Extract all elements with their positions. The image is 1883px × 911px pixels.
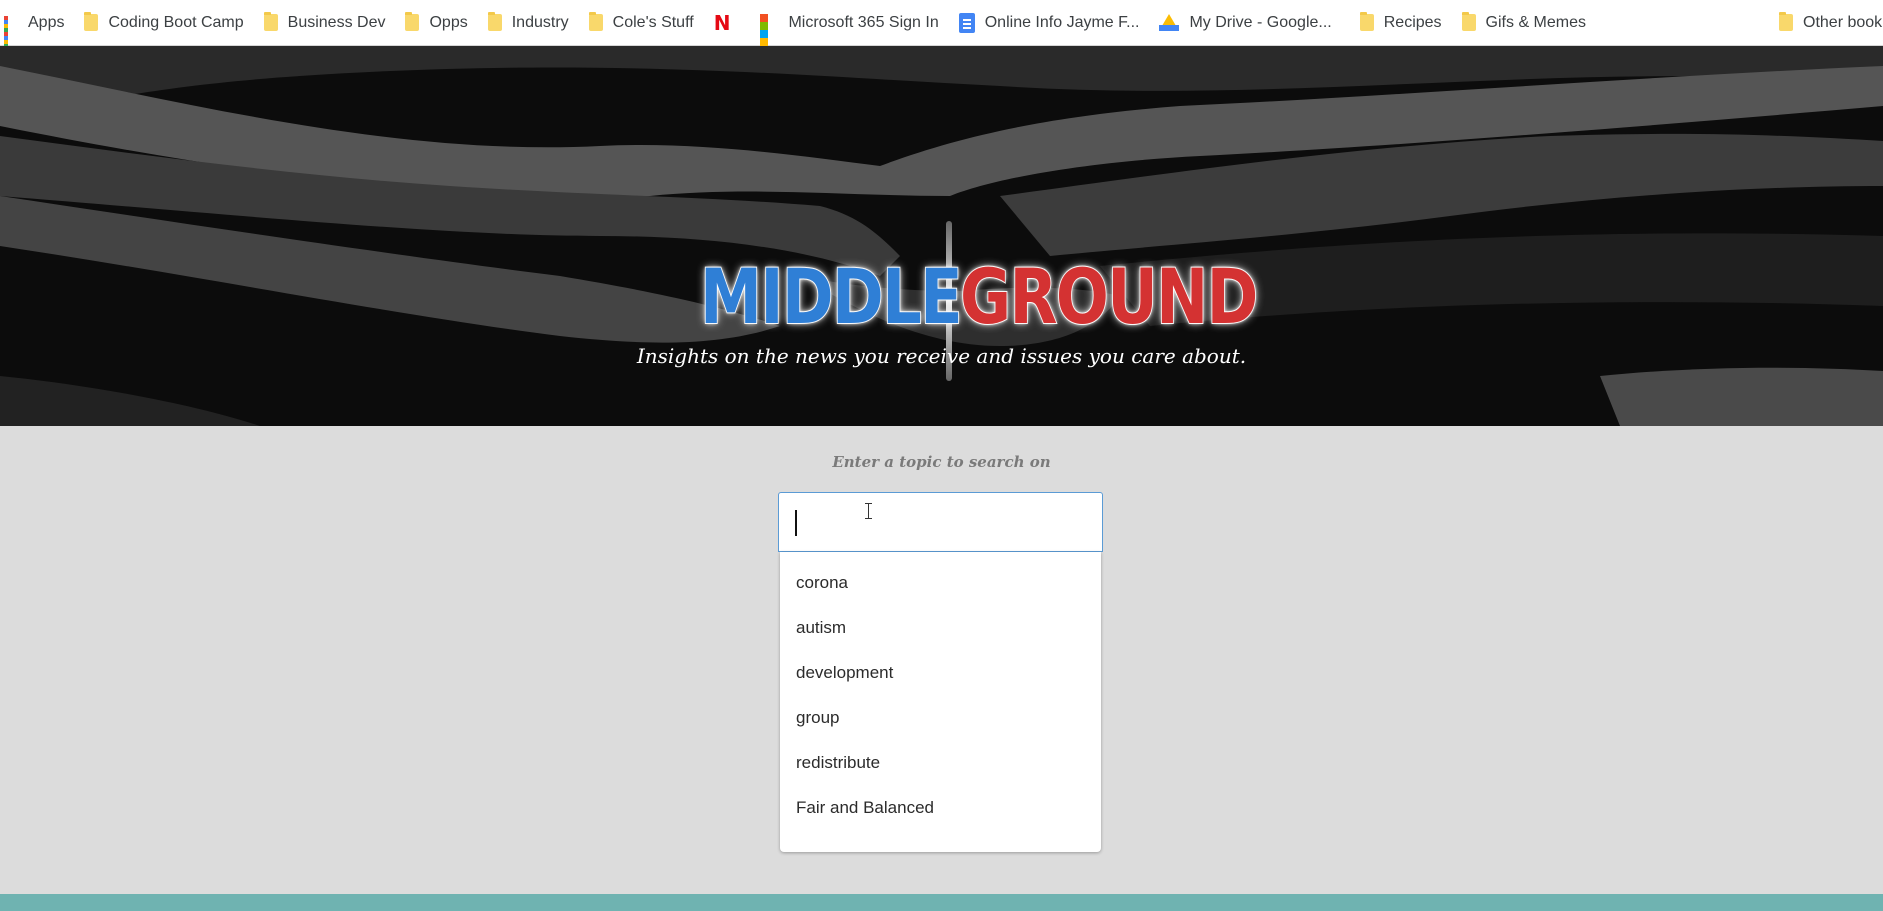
bookmark-business-dev[interactable]: Business Dev <box>254 0 396 46</box>
search-suggestions-dropdown: corona autism development group redistri… <box>780 552 1101 852</box>
ibeam-cursor-icon <box>864 503 874 519</box>
google-docs-icon <box>958 12 975 33</box>
suggestion-item[interactable]: autism <box>780 605 1101 650</box>
bookmark-label: My Drive - Google... <box>1189 13 1332 31</box>
folder-icon <box>1359 12 1374 31</box>
suggestion-item[interactable]: development <box>780 650 1101 695</box>
bookmark-netflix[interactable]: N <box>704 0 751 46</box>
bookmark-label: Microsoft 365 Sign In <box>788 13 939 31</box>
bookmark-label: Coding Boot Camp <box>108 13 244 31</box>
bookmark-gifs-memes[interactable]: Gifs & Memes <box>1452 0 1596 46</box>
bookmark-label: Cole's Stuff <box>612 13 694 31</box>
netflix-icon: N <box>713 10 731 35</box>
bookmark-coding-boot-camp[interactable]: Coding Boot Camp <box>74 0 253 46</box>
suggestion-item[interactable]: redistribute <box>780 740 1101 785</box>
text-caret <box>795 510 797 536</box>
google-drive-icon <box>1159 14 1180 31</box>
folder-icon <box>263 12 278 31</box>
bookmark-coles-stuff[interactable]: Cole's Stuff <box>579 0 704 46</box>
bookmark-label: Recipes <box>1383 13 1442 31</box>
bookmark-industry[interactable]: Industry <box>478 0 579 46</box>
bookmark-opps[interactable]: Opps <box>395 0 477 46</box>
bookmark-label: Online Info Jayme F... <box>984 13 1140 31</box>
bookmark-microsoft-365[interactable]: Microsoft 365 Sign In <box>750 0 948 46</box>
bookmark-other-bookmarks[interactable]: Other bookmarks <box>1769 0 1883 46</box>
suggestion-item[interactable]: corona <box>780 560 1101 605</box>
hero-banner: MIDDLE GROUND Insights on the news you r… <box>0 46 1883 426</box>
bookmark-label: Business Dev <box>287 13 386 31</box>
folder-icon <box>84 12 99 31</box>
suggestion-item[interactable]: group <box>780 695 1101 740</box>
microsoft-icon <box>760 13 778 46</box>
bookmark-label: Other bookmarks <box>1803 13 1883 31</box>
bookmark-label: Industry <box>511 13 569 31</box>
folder-icon <box>1461 12 1476 31</box>
logo-word-middle: MIDDLE <box>699 252 963 341</box>
folder-icon <box>405 12 420 31</box>
bookmark-recipes[interactable]: Recipes <box>1342 0 1452 46</box>
bookmark-label: Gifs & Memes <box>1485 13 1587 31</box>
bookmark-label: Opps <box>429 13 468 31</box>
bookmark-my-drive[interactable]: My Drive - Google... <box>1149 0 1341 46</box>
folder-icon <box>487 12 502 31</box>
hero-tagline: Insights on the news you receive and iss… <box>636 344 1247 368</box>
bookmark-apps[interactable]: Apps <box>0 0 74 52</box>
bookmark-label: Apps <box>28 13 65 31</box>
search-input[interactable] <box>778 492 1103 552</box>
suggestion-item[interactable]: Fair and Balanced <box>780 785 1101 830</box>
bookmarks-bar: Apps Coding Boot Camp Business Dev Opps … <box>0 0 1883 52</box>
apps-grid-icon <box>4 15 18 52</box>
bookmark-online-info[interactable]: Online Info Jayme F... <box>949 0 1150 46</box>
logo-word-ground: GROUND <box>959 252 1259 341</box>
folder-icon <box>588 12 603 31</box>
folder-icon <box>1779 12 1794 31</box>
footer-bar <box>0 894 1883 911</box>
search-label: Enter a topic to search on <box>832 453 1051 471</box>
